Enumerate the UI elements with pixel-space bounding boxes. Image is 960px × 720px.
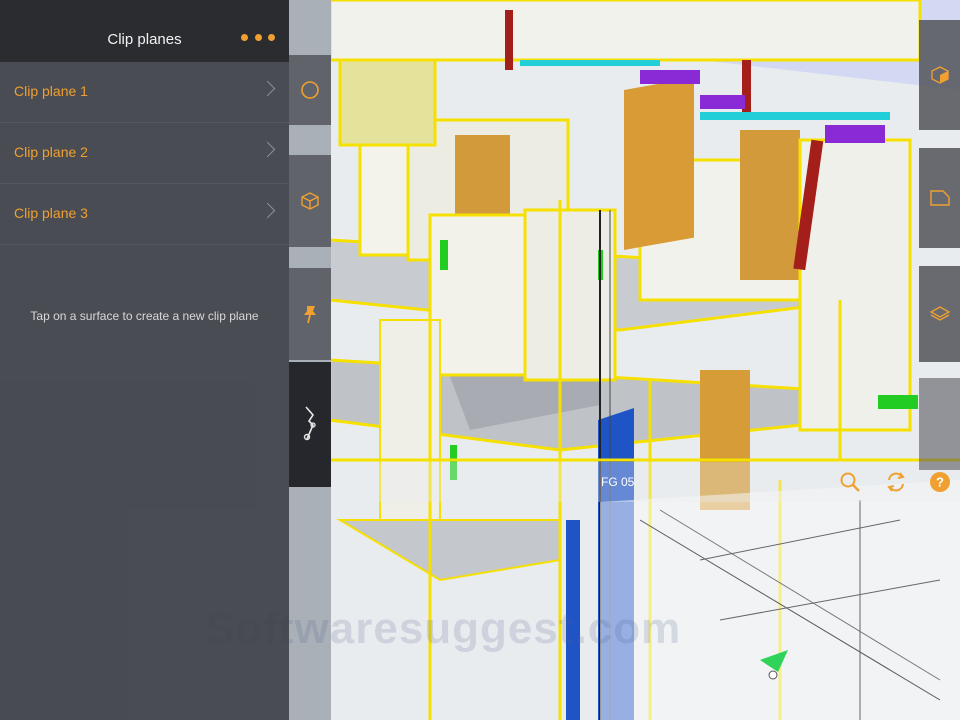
clip-tool-button[interactable]: [289, 362, 331, 487]
more-options-button[interactable]: [241, 28, 275, 46]
clip-plane-label: Clip plane 1: [14, 83, 88, 99]
clip-plane-label: Clip plane 2: [14, 144, 88, 160]
search-icon[interactable]: [839, 471, 861, 493]
left-toolbar: [289, 0, 331, 720]
toolbar-slot: [919, 378, 960, 470]
layers-button[interactable]: [919, 266, 960, 362]
right-toolbar: [919, 0, 960, 470]
circle-icon: [301, 81, 319, 99]
view-orientation-button[interactable]: [919, 20, 960, 130]
plan-sheet-name: FG 05: [601, 475, 635, 489]
pin-tool-button[interactable]: [289, 268, 331, 360]
clip-planes-panel: Clip planes Clip plane 1 Clip plane 2 Cl…: [0, 0, 289, 720]
circle-tool-button[interactable]: [289, 55, 331, 125]
clip-plane-label: Clip plane 3: [14, 205, 88, 221]
clip-plane-item[interactable]: Clip plane 1: [0, 62, 289, 123]
clip-plane-item[interactable]: Clip plane 2: [0, 123, 289, 184]
help-icon[interactable]: ?: [929, 471, 951, 493]
cube-orient-icon: [930, 66, 949, 84]
panel-header: Clip planes: [0, 0, 289, 62]
cube-icon: [301, 192, 319, 210]
pin-icon: [304, 306, 316, 324]
empty-hint-text: Tap on a surface to create a new clip pl…: [30, 309, 259, 323]
chevron-right-icon: [259, 141, 276, 158]
sync-icon[interactable]: [885, 471, 907, 493]
layers-icon: [929, 306, 950, 321]
chevron-right-icon: [259, 202, 276, 219]
chevron-right-icon: [259, 80, 276, 97]
plan-overlay-bar: FG 05 ?: [331, 462, 960, 502]
clip-plane-item[interactable]: Clip plane 3: [0, 184, 289, 245]
clip-tool-icon: [303, 405, 316, 440]
dot-icon: [268, 33, 275, 41]
cube-tool-button[interactable]: [289, 155, 331, 247]
sheets-button[interactable]: [919, 148, 960, 248]
sheet-icon: [929, 190, 950, 206]
dot-icon: [254, 33, 262, 41]
dot-icon: [241, 33, 248, 41]
svg-text:?: ?: [936, 475, 944, 490]
